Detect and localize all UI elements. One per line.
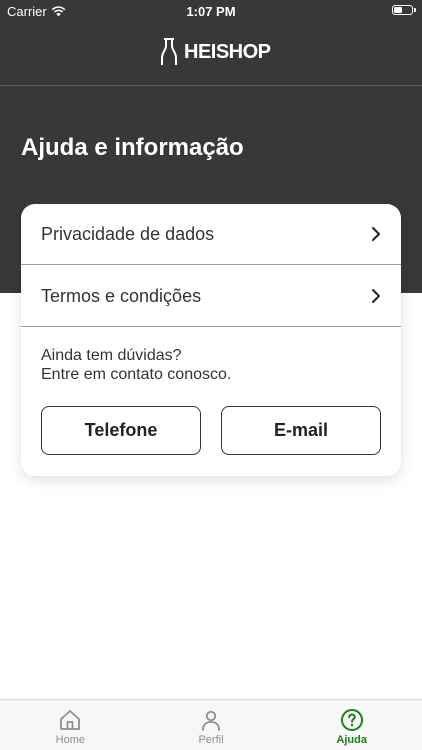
email-button[interactable]: E-mail	[221, 406, 381, 455]
tab-label: Home	[55, 734, 85, 746]
tab-help[interactable]: Ajuda	[281, 700, 422, 750]
contact-prompt: Ainda tem dúvidas? Entre em contato cono…	[41, 346, 231, 384]
status-bar: Carrier 1:07 PM	[0, 0, 422, 22]
bottle-icon	[161, 38, 177, 65]
page-title: Ajuda e informação	[21, 134, 244, 161]
chevron-right-icon	[372, 289, 380, 303]
menu-item-terms[interactable]: Termos e condições	[21, 266, 401, 327]
home-icon	[60, 710, 81, 730]
tab-home[interactable]: Home	[0, 700, 141, 750]
tab-label: Ajuda	[336, 734, 367, 746]
menu-item-privacy[interactable]: Privacidade de dados	[21, 204, 401, 265]
app-header: HEISHOP	[0, 22, 422, 86]
contact-prompt-line1: Ainda tem dúvidas?	[41, 347, 182, 364]
help-icon	[340, 709, 363, 731]
tab-bar: Home Perfil Ajuda	[0, 699, 422, 750]
phone-button[interactable]: Telefone	[41, 406, 201, 455]
profile-icon	[202, 710, 220, 731]
menu-item-label: Privacidade de dados	[41, 223, 215, 244]
contact-prompt-line2: Entre em contato conosco.	[41, 366, 232, 383]
app-logo: HEISHOP	[160, 38, 271, 66]
help-card: Privacidade de dados Termos e condições …	[21, 204, 401, 476]
tab-label: Perfil	[198, 734, 224, 746]
status-time: 1:07 PM	[186, 4, 236, 19]
menu-item-label: Termos e condições	[41, 285, 202, 306]
tab-profile[interactable]: Perfil	[141, 700, 282, 750]
battery-icon	[392, 5, 416, 15]
logo-text: HEISHOP	[184, 40, 271, 63]
chevron-right-icon	[372, 227, 380, 241]
